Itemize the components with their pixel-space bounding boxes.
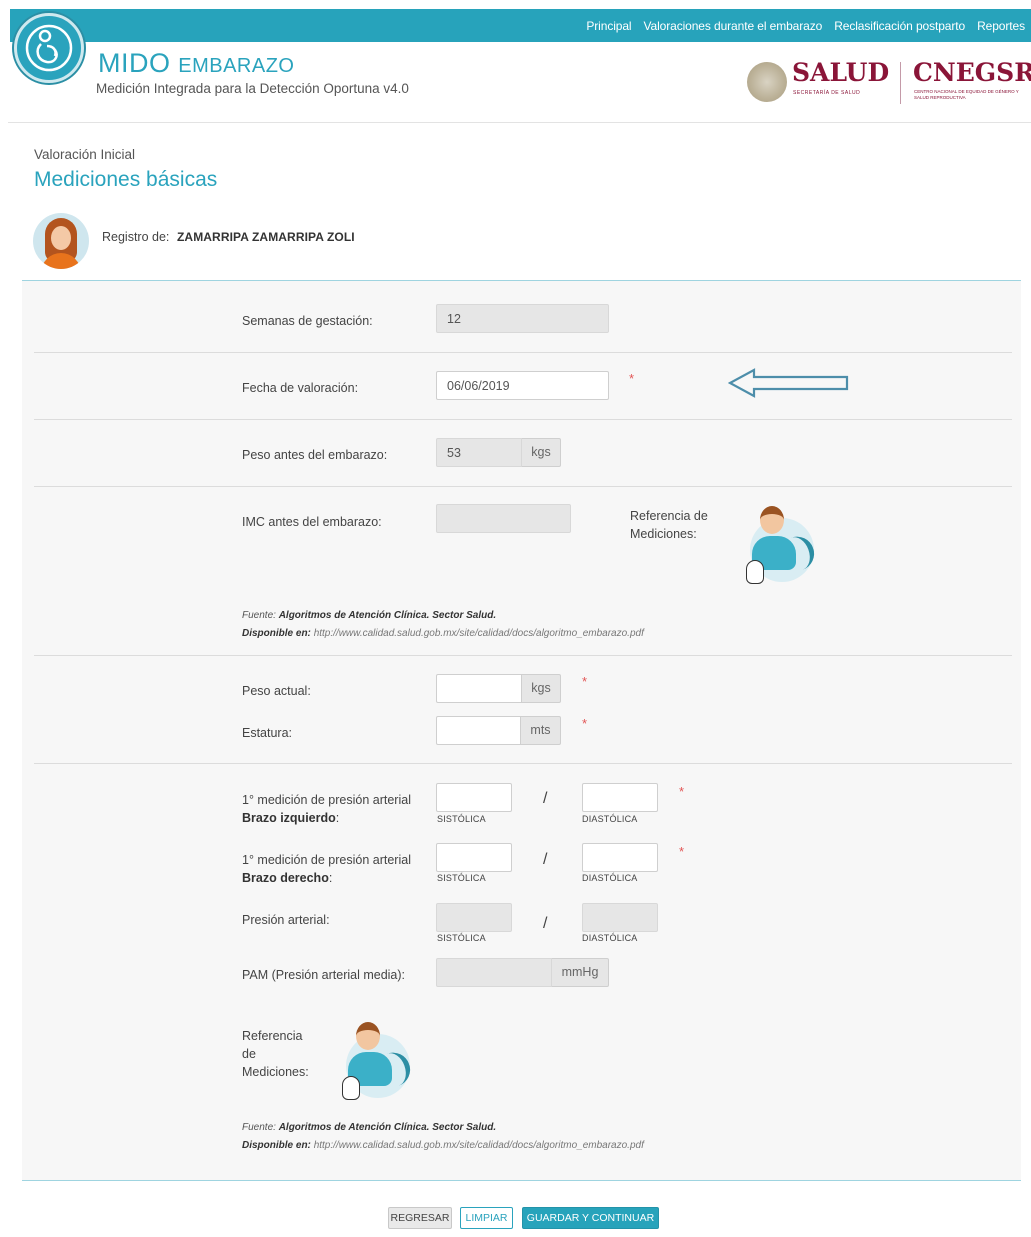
app-subtitle: Medición Integrada para la Detección Opo… (96, 81, 409, 96)
assessment-date-field[interactable]: 06/06/2019 (436, 371, 609, 400)
nav-item-reportes[interactable]: Reportes (977, 19, 1025, 33)
required-mark: * (582, 716, 588, 731)
bp-left-label-text: 1° medición de presión arterial (242, 793, 411, 807)
gestation-weeks-field: 12 (436, 304, 609, 333)
nav-item-valoraciones[interactable]: Valoraciones durante el embarazo (644, 19, 823, 33)
pam-field (436, 958, 552, 987)
main-nav: Principal Valoraciones durante el embara… (586, 9, 1025, 42)
required-mark: * (582, 674, 588, 689)
bp-left-label: 1° medición de presión arterial Brazo iz… (242, 793, 411, 826)
bp-slash: / (543, 851, 548, 868)
assessment-date-label: Fecha de valoración: (242, 381, 359, 395)
systolic-caption: SISTÓLICA (437, 873, 486, 883)
reference-icon-head (760, 506, 784, 534)
row-divider (34, 352, 1012, 353)
source-link[interactable]: http://www.calidad.salud.gob.mx/site/cal… (314, 1140, 644, 1151)
systolic-caption: SISTÓLICA (437, 933, 486, 943)
clear-button[interactable]: LIMPIAR (460, 1207, 513, 1229)
salud-logo-subtitle: SECRETARÍA DE SALUD (793, 90, 861, 96)
height-label: Estatura: (242, 726, 293, 740)
bp-slash: / (543, 915, 548, 932)
cnegsr-logo-subtitle: CENTRO NACIONAL DE EQUIDAD DE GÉNERO Y S… (914, 89, 1019, 100)
kgs-unit-addon: kgs (522, 674, 561, 703)
current-weight-field[interactable] (436, 674, 522, 703)
bp-left-systolic-field[interactable] (436, 783, 512, 812)
required-mark: * (629, 371, 635, 386)
systolic-caption: SISTÓLICA (437, 814, 486, 824)
mmhg-unit-addon: mmHg (552, 958, 609, 987)
prev-weight-field: 53 (436, 438, 522, 467)
save-continue-button[interactable]: GUARDAR Y CONTINUAR (522, 1207, 659, 1229)
measurements-reference-icon-2[interactable] (340, 1018, 415, 1108)
source-note: Fuente: Algoritmos de Atención Clínica. … (242, 607, 644, 642)
pam-label: PAM (Presión arterial media): (242, 968, 406, 982)
source-note-2: Fuente: Algoritmos de Atención Clínica. … (242, 1119, 644, 1154)
left-arrow-icon (728, 368, 849, 398)
source-link[interactable]: http://www.calidad.salud.gob.mx/site/cal… (314, 628, 644, 639)
header-divider (8, 122, 1031, 123)
diastolic-caption: DIASTÓLICA (582, 814, 638, 824)
logo-divider (900, 62, 901, 104)
patient-name: ZAMARRIPA ZAMARRIPA ZOLI (177, 230, 355, 244)
kgs-unit-addon: kgs (522, 438, 561, 467)
source-text: Algoritmos de Atención Clínica. Sector S… (278, 1122, 497, 1133)
mexico-seal-icon (747, 62, 787, 102)
patient-label: Registro de: (102, 230, 170, 244)
app-title-main: MIDO (98, 48, 171, 78)
mts-unit-addon: mts (521, 716, 561, 745)
patient-avatar (33, 213, 89, 269)
pointer-hand-icon (342, 1076, 360, 1100)
nav-item-principal[interactable]: Principal (586, 19, 631, 33)
source-text: Algoritmos de Atención Clínica. Sector S… (278, 610, 497, 621)
source-prefix: Fuente: (242, 610, 276, 621)
gestation-label: Semanas de gestación: (242, 314, 373, 328)
row-divider (34, 419, 1012, 420)
current-weight-label: Peso actual: (242, 684, 311, 698)
cnegsr-logo: CNEGSR (913, 58, 1031, 87)
salud-logo: SALUD (792, 58, 890, 87)
required-mark: * (679, 844, 685, 859)
imc-label: IMC antes del embarazo: (242, 515, 382, 529)
measurements-reference-icon[interactable] (744, 502, 819, 592)
app-logo (14, 13, 84, 83)
row-divider (34, 763, 1012, 764)
app-title: MIDO EMBARAZO (98, 50, 294, 77)
app-title-sub: EMBARAZO (178, 55, 295, 77)
bp-right-arm: Brazo derecho (242, 871, 329, 886)
bp-slash: / (543, 790, 548, 807)
bp-right-diastolic-field[interactable] (582, 843, 658, 872)
nav-item-reclasificacion[interactable]: Reclasificación postparto (834, 19, 965, 33)
avatar-face (51, 226, 71, 250)
breadcrumb: Valoración Inicial (34, 147, 136, 162)
top-nav-bar: Principal Valoraciones durante el embara… (10, 9, 1031, 42)
reference-icon-head (356, 1022, 380, 1050)
bp-right-label-text: 1° medición de presión arterial (242, 853, 411, 867)
measurements-reference-label-2: Referencia de Mediciones: (242, 1029, 309, 1080)
back-button[interactable]: REGRESAR (388, 1207, 452, 1229)
bp-label: Presión arterial: (242, 913, 330, 927)
bp-right-systolic-field[interactable] (436, 843, 512, 872)
diastolic-caption: DIASTÓLICA (582, 873, 638, 883)
pregnant-mother-icon (25, 24, 73, 72)
imc-field (436, 504, 571, 533)
bp-diastolic-result (582, 903, 658, 932)
bp-systolic-result (436, 903, 512, 932)
prev-weight-label: Peso antes del embarazo: (242, 448, 388, 462)
height-field[interactable] (436, 716, 521, 745)
diastolic-caption: DIASTÓLICA (582, 933, 638, 943)
row-divider (34, 486, 1012, 487)
bp-right-label: 1° medición de presión arterial Brazo de… (242, 853, 411, 886)
bp-left-arm: Brazo izquierdo (242, 811, 336, 826)
source-prefix: Fuente: (242, 1122, 276, 1133)
available-prefix: Disponible en: (242, 1139, 311, 1151)
available-prefix: Disponible en: (242, 627, 311, 639)
pointer-hand-icon (746, 560, 764, 584)
page-title: Mediciones básicas (34, 168, 218, 191)
measurements-reference-label: Referencia de Mediciones: (630, 509, 708, 542)
bp-left-diastolic-field[interactable] (582, 783, 658, 812)
row-divider (34, 655, 1012, 656)
required-mark: * (679, 784, 685, 799)
